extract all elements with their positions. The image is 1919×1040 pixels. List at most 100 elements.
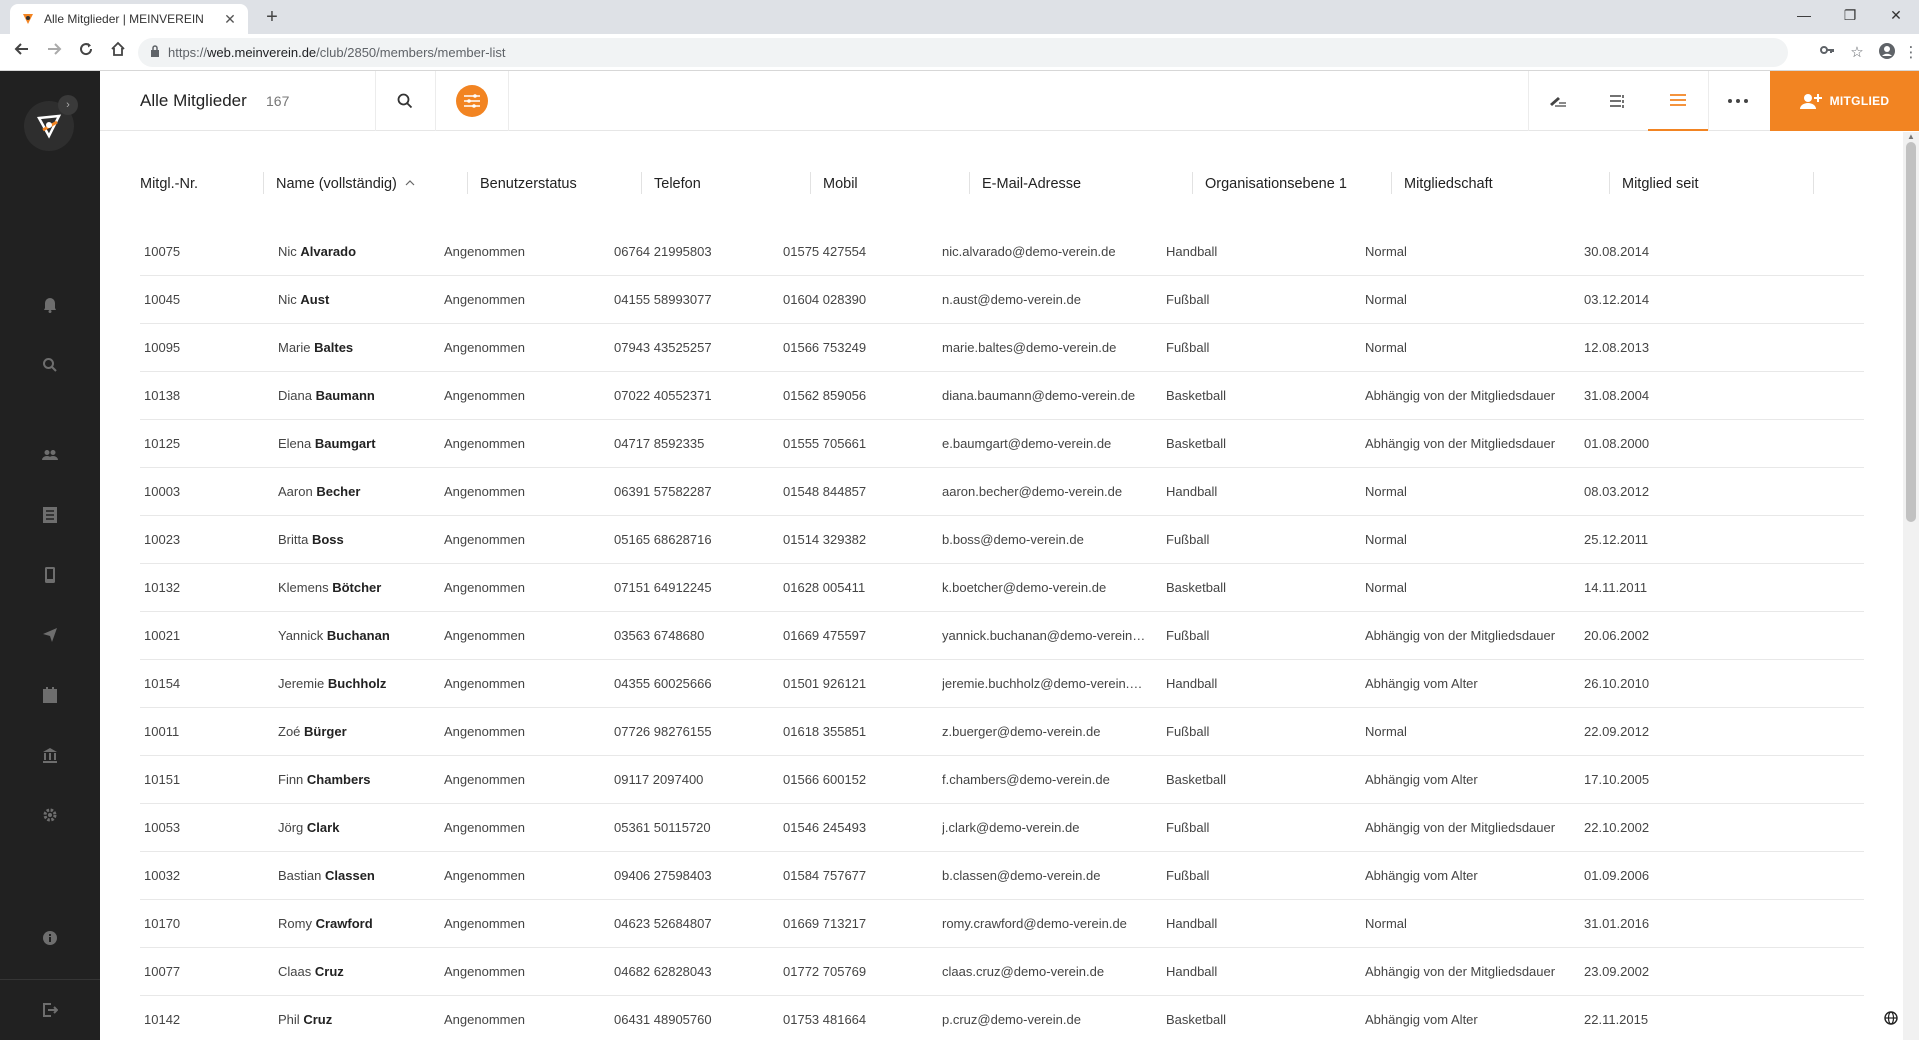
search-icon[interactable] — [38, 353, 62, 377]
finance-bank-icon[interactable] — [38, 743, 62, 767]
notifications-icon[interactable] — [38, 293, 62, 317]
table-row[interactable]: 10151 Finn Chambers Angenommen 09117 209740… — [140, 756, 1864, 804]
scroll-up-arrow-icon[interactable]: ▲ — [1907, 133, 1915, 141]
column-header-email[interactable]: E-Mail-Adresse — [982, 172, 1081, 196]
table-row[interactable]: 10075 Nic Alvarado Angenommen 06764 2199580… — [140, 228, 1864, 276]
add-member-button[interactable]: MITGLIED — [1770, 71, 1919, 131]
table-row[interactable]: 10095 Marie Baltes Angenommen 07943 4352525… — [140, 324, 1864, 372]
bookmark-star-icon[interactable]: ☆ — [1846, 42, 1868, 64]
table-row[interactable]: 10170 Romy Crawford Angenommen 04623 526848… — [140, 900, 1864, 948]
column-header-membership[interactable]: Mitgliedschaft — [1404, 172, 1493, 196]
column-divider[interactable] — [1813, 172, 1814, 194]
table-row[interactable]: 10011 Zoé Bürger Angenommen 07726 98276155 0… — [140, 708, 1864, 756]
column-divider[interactable] — [810, 172, 811, 194]
edit-view-button[interactable] — [1528, 71, 1588, 131]
window-maximize-button[interactable]: ❐ — [1827, 0, 1873, 30]
cell-membership: Normal — [1365, 292, 1407, 307]
language-globe-icon[interactable] — [1882, 1009, 1900, 1027]
column-divider[interactable] — [1609, 172, 1610, 194]
column-header-name-label: Name (vollständig) — [276, 176, 397, 192]
cell-member-since: 01.08.2000 — [1584, 436, 1650, 451]
column-header-org[interactable]: Organisationsebene 1 — [1205, 172, 1347, 196]
table-row[interactable]: 10142 Phil Cruz Angenommen 06431 48905760 01… — [140, 996, 1864, 1040]
table-row[interactable]: 10125 Elena Baumgart Angenommen 04717 85923… — [140, 420, 1864, 468]
cell-member-nr: 10011 — [144, 724, 180, 739]
column-header-mobile[interactable]: Mobil — [823, 172, 858, 196]
url-bar[interactable]: https://web.meinverein.de/club/2850/memb… — [138, 38, 1788, 67]
members-icon[interactable] — [38, 443, 62, 467]
scrollbar-thumb[interactable] — [1906, 142, 1916, 522]
list-icon[interactable] — [38, 503, 62, 527]
home-icon[interactable] — [106, 41, 130, 65]
reload-icon[interactable] — [74, 41, 98, 65]
column-header-name[interactable]: Name (vollständig) — [276, 172, 415, 196]
column-divider[interactable] — [969, 172, 970, 194]
profile-icon[interactable] — [1876, 42, 1898, 64]
cell-member-since: 22.11.2015 — [1584, 1012, 1649, 1027]
info-icon[interactable] — [38, 926, 62, 950]
tab-close-icon[interactable]: ✕ — [222, 11, 238, 28]
list-view-button[interactable] — [1648, 71, 1708, 131]
filter-button[interactable] — [456, 85, 488, 117]
table-row[interactable]: 10138 Diana Baumann Angenommen 07022 405523… — [140, 372, 1864, 420]
send-icon[interactable] — [38, 623, 62, 647]
cell-phone: 09406 27598403 — [614, 868, 712, 883]
window-close-button[interactable]: ✕ — [1873, 0, 1919, 30]
column-divider[interactable] — [641, 172, 642, 194]
cell-member-nr: 10154 — [144, 676, 181, 691]
columns-view-button[interactable] — [1588, 71, 1648, 131]
cell-org-level: Handball — [1166, 244, 1218, 259]
cell-org-level: Basketball — [1166, 388, 1226, 403]
first-name: Claas — [278, 964, 312, 979]
browser-menu-icon[interactable]: ⋮ — [1900, 42, 1919, 64]
logout-icon[interactable] — [38, 998, 62, 1022]
calendar-icon[interactable] — [38, 683, 62, 707]
column-header-phone[interactable]: Telefon — [654, 172, 701, 196]
column-divider[interactable] — [1192, 172, 1193, 194]
sidebar: › — [0, 71, 100, 1040]
forward-icon[interactable] — [42, 41, 66, 65]
cell-membership: Abhängig von der Mitgliedsdauer — [1365, 436, 1556, 451]
column-header-nr[interactable]: Mitgl.-Nr. — [140, 172, 198, 196]
table-row[interactable]: 10154 Jeremie Buchholz Angenommen 04355 600… — [140, 660, 1864, 708]
table-row[interactable]: 10003 Aaron Becher Angenommen 06391 5758228… — [140, 468, 1864, 516]
cell-status: Angenommen — [444, 292, 525, 307]
new-tab-button[interactable]: + — [260, 6, 284, 30]
last-name: Alvarado — [300, 244, 357, 259]
table-row[interactable]: 10045 Nic Aust Angenommen 04155 58993077 016… — [140, 276, 1864, 324]
vertical-scrollbar[interactable]: ▲ — [1903, 132, 1919, 1040]
table-row[interactable]: 10021 Yannick Buchanan Angenommen 03563 674… — [140, 612, 1864, 660]
sort-ascending-icon[interactable] — [405, 172, 415, 196]
cell-membership: Abhängig von der Mitgliedsdauer — [1365, 628, 1556, 643]
search-button[interactable] — [375, 71, 435, 131]
column-divider[interactable] — [263, 172, 264, 194]
key-icon[interactable] — [1816, 42, 1838, 64]
cell-member-nr: 10095 — [144, 340, 181, 355]
column-header-since[interactable]: Mitglied seit — [1622, 172, 1699, 196]
table-row[interactable]: 10053 Jörg Clark Angenommen 05361 50115720 0… — [140, 804, 1864, 852]
back-icon[interactable] — [10, 41, 34, 65]
more-options-button[interactable] — [1708, 71, 1768, 131]
first-name: Aaron — [278, 484, 313, 499]
cell-mobile: 01501 926121 — [783, 676, 867, 691]
table-header: Mitgl.-Nr. Name (vollständig) Benutzerst… — [100, 132, 1903, 232]
cell-member-since: 03.12.2014 — [1584, 292, 1650, 307]
cell-mobile: 01772 705769 — [783, 964, 867, 979]
cell-member-since: 26.10.2010 — [1584, 676, 1650, 691]
sidebar-expand-icon[interactable]: › — [58, 95, 78, 115]
settings-gear-icon[interactable] — [38, 803, 62, 827]
browser-tab[interactable]: Alle Mitglieder | MEINVEREIN ✕ — [10, 4, 248, 34]
column-divider[interactable] — [467, 172, 468, 194]
cell-name: Diana Baumann — [278, 372, 438, 420]
cell-member-since: 22.09.2012 — [1584, 724, 1650, 739]
column-divider[interactable] — [1391, 172, 1392, 194]
last-name: Buchholz — [327, 676, 387, 691]
table-row[interactable]: 10132 Klemens Bötcher Angenommen 07151 6491… — [140, 564, 1864, 612]
table-row[interactable]: 10032 Bastian Classen Angenommen 09406 2759… — [140, 852, 1864, 900]
table-row[interactable]: 10023 Britta Boss Angenommen 05165 68628716… — [140, 516, 1864, 564]
window-minimize-button[interactable]: — — [1781, 0, 1827, 30]
mobile-icon[interactable] — [38, 563, 62, 587]
last-name: Becher — [316, 484, 361, 499]
column-header-status[interactable]: Benutzerstatus — [480, 172, 577, 196]
table-row[interactable]: 10077 Claas Cruz Angenommen 04682 62828043 0… — [140, 948, 1864, 996]
